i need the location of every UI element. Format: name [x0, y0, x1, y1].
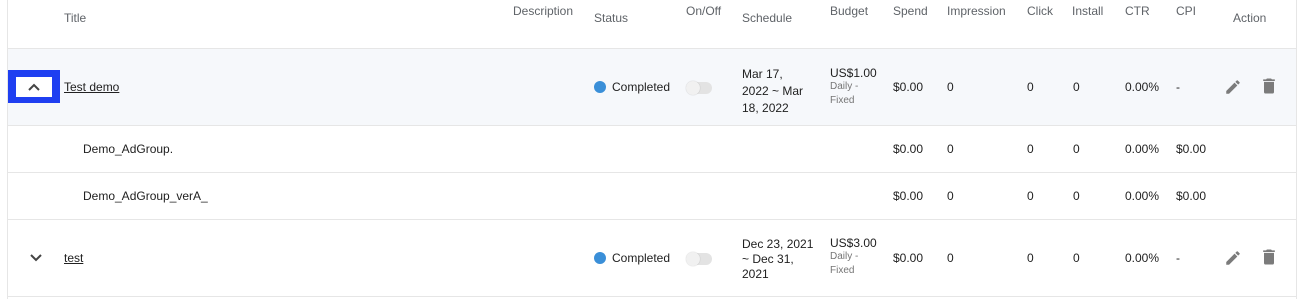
install-value: 0 — [1073, 189, 1080, 203]
impression-value: 0 — [947, 80, 954, 94]
budget-type: Daily - — [830, 251, 859, 262]
click-value: 0 — [1027, 80, 1034, 94]
cpi-value: - — [1176, 80, 1180, 94]
expand-row-button[interactable] — [24, 246, 48, 270]
cpi-value: - — [1176, 251, 1180, 265]
budget-cell: US$3.00 Daily - Fixed — [830, 236, 877, 278]
header-impression[interactable]: Impression — [947, 4, 1006, 18]
schedule-line: ~ Dec 31, — [742, 252, 794, 266]
budget-cell: US$1.00 Daily - Fixed — [830, 66, 877, 108]
impression-value: 0 — [947, 189, 954, 203]
pencil-icon — [1226, 80, 1240, 94]
budget-amount: US$3.00 — [830, 236, 877, 250]
campaign-title-link[interactable]: test — [64, 251, 83, 265]
ctr-value: 0.00% — [1125, 189, 1160, 203]
row-divider — [8, 172, 1296, 173]
click-value: 0 — [1027, 189, 1034, 203]
row-divider — [8, 125, 1296, 126]
click-value: 0 — [1027, 142, 1034, 156]
status-label: Completed — [612, 80, 671, 94]
status-dot-icon — [594, 81, 606, 93]
delete-button[interactable] — [1258, 75, 1280, 97]
schedule-line: Mar 17, — [742, 67, 783, 81]
trash-icon — [1263, 78, 1275, 94]
chevron-up-icon — [16, 76, 52, 97]
cpi-value: $0.00 — [1176, 189, 1207, 203]
status-dot-icon — [594, 252, 606, 264]
header-schedule[interactable]: Schedule — [742, 11, 792, 25]
table-right-border — [1296, 0, 1297, 299]
spend-value: $0.00 — [893, 142, 924, 156]
schedule-cell: Mar 17, 2022 ~ Mar 18, 2022 — [742, 66, 803, 117]
click-value: 0 — [1027, 251, 1034, 265]
header-spend[interactable]: Spend — [893, 4, 928, 18]
install-value: 0 — [1073, 251, 1080, 265]
ctr-value: 0.00% — [1125, 142, 1160, 156]
cpi-value: $0.00 — [1176, 142, 1207, 156]
schedule-line: Dec 23, 2021 — [742, 237, 814, 251]
header-cpi[interactable]: CPI — [1176, 4, 1196, 18]
header-click[interactable]: Click — [1027, 4, 1053, 18]
adgroup-name: Demo_AdGroup. — [83, 142, 174, 156]
pencil-icon — [1226, 251, 1240, 265]
budget-amount: US$1.00 — [830, 66, 877, 80]
edit-button[interactable] — [1222, 247, 1244, 269]
install-value: 0 — [1073, 142, 1080, 156]
adgroup-name: Demo_AdGroup_verA_ — [83, 189, 208, 203]
header-title[interactable]: Title — [64, 11, 86, 25]
header-action: Action — [1233, 11, 1267, 25]
spend-value: $0.00 — [893, 80, 924, 94]
spend-value: $0.00 — [893, 189, 924, 203]
status-badge: Completed — [594, 251, 670, 265]
row-divider — [8, 219, 1296, 220]
schedule-line: 18, 2022 — [742, 101, 789, 115]
install-value: 0 — [1073, 80, 1080, 94]
delete-button[interactable] — [1258, 246, 1280, 268]
campaign-title-link[interactable]: Test demo — [64, 80, 119, 94]
header-onoff[interactable]: On/Off — [686, 4, 721, 18]
ctr-value: 0.00% — [1125, 80, 1160, 94]
budget-type: Daily - — [830, 81, 859, 92]
status-badge: Completed — [594, 80, 670, 94]
header-status[interactable]: Status — [594, 11, 628, 25]
header-ctr[interactable]: CTR — [1125, 4, 1150, 18]
status-label: Completed — [612, 251, 671, 265]
chevron-down-icon — [30, 254, 42, 262]
table-left-border — [7, 0, 8, 299]
header-description[interactable]: Description — [513, 4, 573, 18]
spend-value: $0.00 — [893, 251, 924, 265]
impression-value: 0 — [947, 142, 954, 156]
campaign-toggle[interactable] — [686, 252, 712, 266]
budget-type: Fixed — [830, 265, 855, 276]
ctr-value: 0.00% — [1125, 251, 1160, 265]
header-install[interactable]: Install — [1072, 4, 1103, 18]
schedule-line: 2021 — [742, 267, 769, 281]
impression-value: 0 — [947, 251, 954, 265]
edit-button[interactable] — [1222, 76, 1244, 98]
campaign-toggle[interactable] — [686, 81, 712, 95]
header-budget[interactable]: Budget — [830, 4, 868, 18]
schedule-line: 2022 ~ Mar — [742, 84, 804, 98]
budget-type: Fixed — [830, 95, 855, 106]
schedule-cell: Dec 23, 2021 ~ Dec 31, 2021 — [742, 237, 813, 282]
row-divider — [8, 296, 1296, 297]
collapse-row-button[interactable] — [8, 70, 60, 103]
campaign-table: Title Description Status On/Off Schedule… — [0, 0, 1301, 299]
trash-icon — [1263, 249, 1275, 265]
